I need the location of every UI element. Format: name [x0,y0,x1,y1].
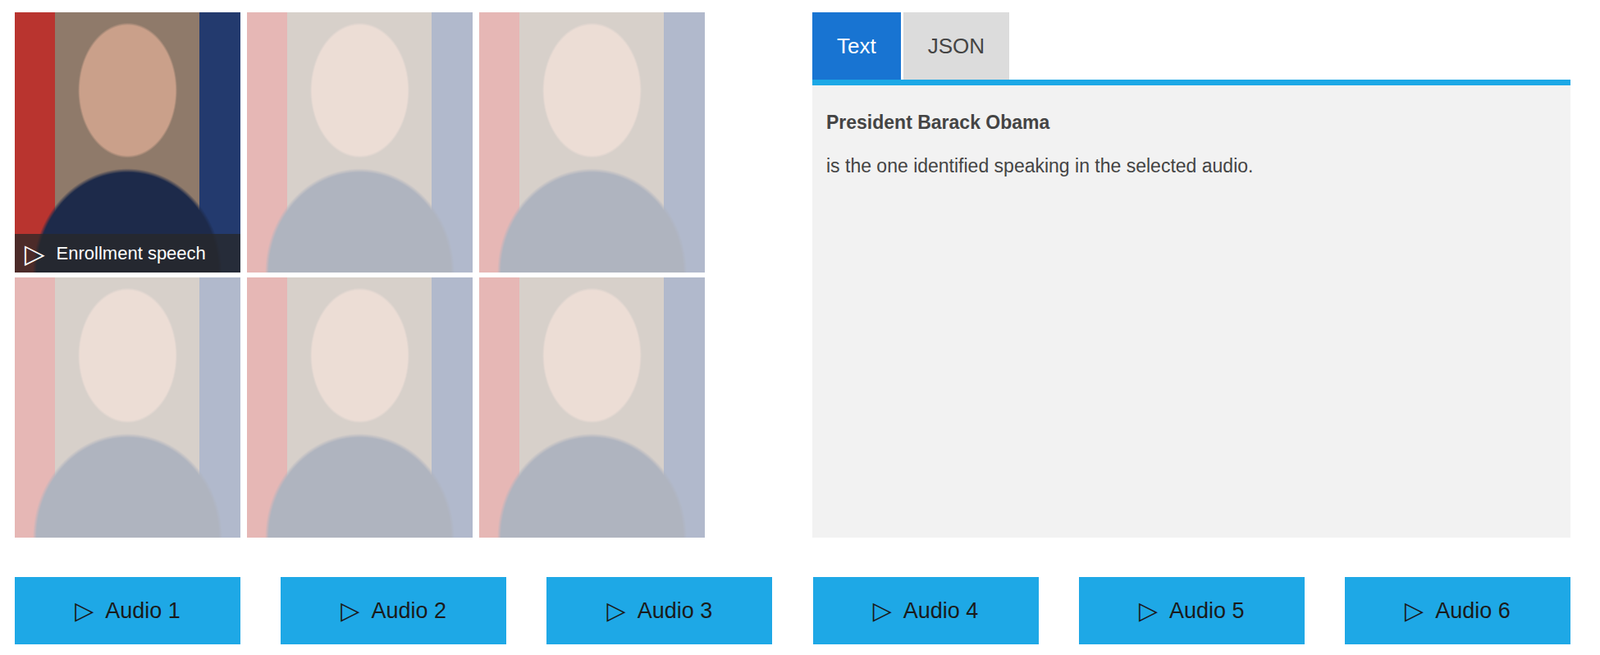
result-body: President Barack Obama is the one identif… [812,85,1571,538]
audio-button-label: Audio 3 [637,598,714,624]
play-icon: ▷ [1138,598,1158,623]
speaker-photo[interactable]: ▷ Enrollment speech [14,12,241,273]
result-message: is the one identified speaking in the se… [826,155,1557,178]
play-icon: ▷ [873,598,892,623]
audio-button-label: Audio 4 [903,598,979,624]
audio-button-label: Audio 5 [1169,598,1245,624]
speaker-photo[interactable] [479,277,705,538]
audio-button[interactable]: ▷ Audio 2 [280,576,507,645]
audio-button[interactable]: ▷ Audio 6 [1344,576,1571,645]
result-panel: TextJSON President Barack Obama is the one… [812,12,1571,538]
play-icon: ▷ [1404,598,1424,623]
audio-button-label: Audio 2 [370,598,447,624]
tab[interactable]: Text [812,12,901,80]
audio-button[interactable]: ▷ Audio 5 [1078,576,1305,645]
speaker-name: President Barack Obama [826,111,1557,134]
audio-button[interactable]: ▷ Audio 1 [14,576,241,645]
tab[interactable]: JSON [903,12,1010,80]
audio-button-label: Audio 6 [1435,598,1511,624]
play-icon: ▷ [74,598,94,623]
audio-button[interactable]: ▷ Audio 3 [546,576,773,645]
speaker-photo[interactable] [14,277,241,538]
audio-button-label: Audio 1 [105,598,181,624]
enrollment-speech-button[interactable]: ▷ Enrollment speech [14,233,241,273]
play-icon: ▷ [607,598,627,623]
speaker-identification-demo: ▷Enrollment speechTextJSONPresident Bara… [0,0,1600,655]
play-icon: ▷ [24,240,46,267]
tab-bar: TextJSON [812,12,1571,86]
caption-label: Enrollment speech [56,242,206,265]
speaker-photo[interactable] [246,12,473,273]
play-icon: ▷ [340,598,360,623]
audio-button[interactable]: ▷ Audio 4 [813,576,1039,645]
speaker-photo[interactable] [246,277,473,538]
speaker-grid: ▷ Enrollment speech [14,12,705,538]
audio-button-row: ▷ Audio 1 ▷ Audio 2 ▷ Audio 3 ▷ Audio 4 ▷ Audio 5… [14,576,1571,645]
top-row: ▷Enrollment speechTextJSONPresident Bara… [14,12,1571,538]
speaker-photo[interactable] [479,12,705,273]
